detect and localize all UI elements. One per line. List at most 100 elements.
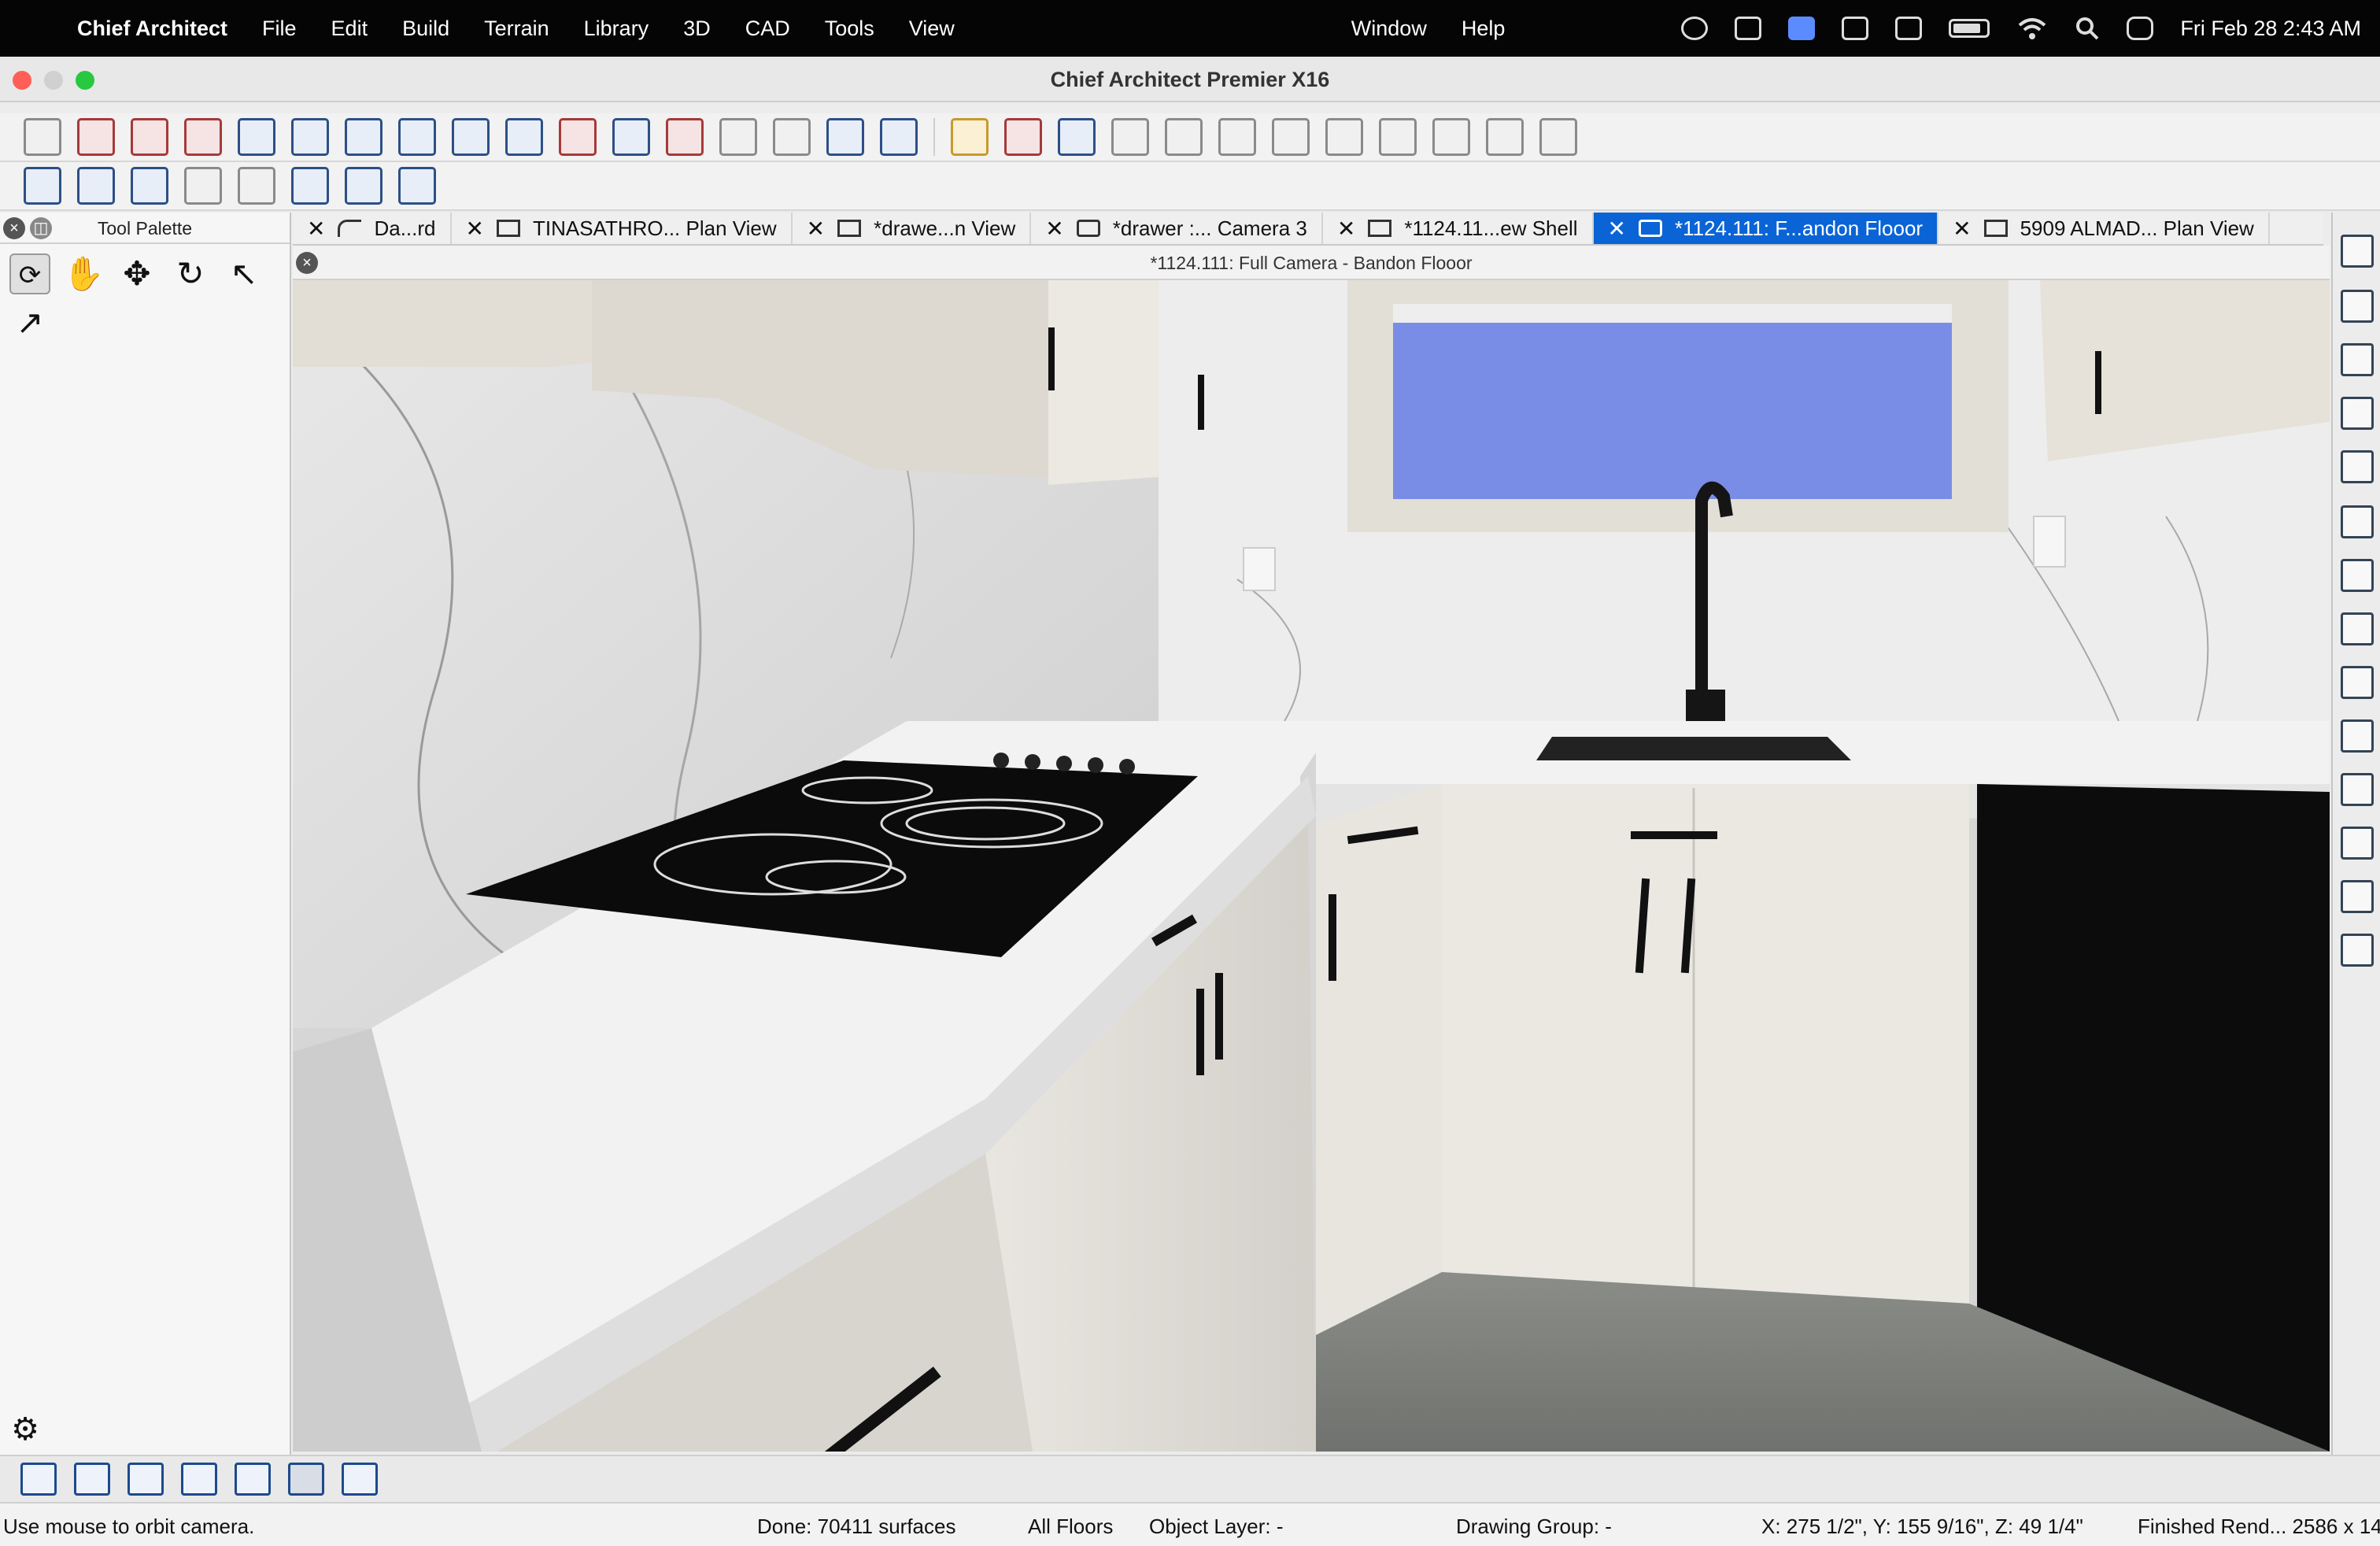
add-point-tool[interactable] <box>2341 290 2374 323</box>
tab-close-icon[interactable]: ✕ <box>1608 216 1626 242</box>
line-tool[interactable] <box>1218 118 1256 156</box>
tab-close-icon[interactable]: ✕ <box>1953 216 1971 242</box>
menu-tools[interactable]: Tools <box>808 17 892 41</box>
gamepad-icon[interactable] <box>1735 17 1762 40</box>
grid-snap-tool[interactable] <box>2341 827 2374 860</box>
undo-zoom-tool[interactable] <box>184 167 222 205</box>
shape-tool[interactable] <box>773 118 811 156</box>
plan-layer-tool[interactable] <box>74 1463 110 1496</box>
tab-close-icon[interactable]: ✕ <box>807 216 825 242</box>
dormer-tool[interactable] <box>612 118 650 156</box>
plumbing-layer-tool[interactable] <box>235 1463 271 1496</box>
menu-view[interactable]: View <box>892 17 972 41</box>
door-tool[interactable] <box>238 118 275 156</box>
tab-dashboard[interactable]: ✕ Da...rd <box>293 213 452 244</box>
siri-icon[interactable] <box>1681 17 1709 40</box>
zoom-out-tool[interactable] <box>131 167 168 205</box>
arc-snap-tool[interactable] <box>2341 666 2374 699</box>
text-tool[interactable] <box>1058 118 1096 156</box>
cad-block-tool[interactable] <box>1539 118 1577 156</box>
transfer-tool[interactable] <box>342 1463 378 1496</box>
tab-close-icon[interactable]: ✕ <box>1337 216 1355 242</box>
menu-3d[interactable]: 3D <box>666 17 728 41</box>
gear-icon[interactable]: ⚙ <box>5 1409 46 1450</box>
angle-snap-tool[interactable] <box>2341 719 2374 753</box>
pan-tool[interactable] <box>398 167 436 205</box>
spline-tool[interactable] <box>1432 118 1470 156</box>
arc-tool[interactable] <box>1272 118 1310 156</box>
cabinet-tool-2[interactable] <box>398 118 436 156</box>
object-snap-tool[interactable] <box>2341 880 2374 913</box>
hand-pan-icon[interactable]: ✋ <box>63 253 104 294</box>
tab-tinasathro-plan[interactable]: ✕ TINASATHRO... Plan View <box>452 213 793 244</box>
clock[interactable]: Fri Feb 28 2:43 AM <box>2180 17 2361 41</box>
cabinet-tool[interactable] <box>184 118 222 156</box>
menu-build[interactable]: Build <box>385 17 467 41</box>
checklist-tool[interactable] <box>288 1463 324 1496</box>
palette-close-button[interactable]: × <box>3 217 25 239</box>
slab-tool[interactable] <box>719 118 757 156</box>
orbit-camera-icon[interactable]: ⟳ <box>9 253 50 294</box>
fullscreen-tool[interactable] <box>345 167 382 205</box>
menu-window[interactable]: Window <box>1334 17 1444 41</box>
minimize-window-button[interactable] <box>44 71 63 90</box>
tab-drawer-camera[interactable]: ✕ *drawer :... Camera 3 <box>1031 213 1323 244</box>
menu-file[interactable]: File <box>245 17 314 41</box>
tab-close-icon[interactable]: ✕ <box>307 216 325 242</box>
open-object-tool[interactable] <box>2341 343 2374 376</box>
grid-tool[interactable] <box>2341 773 2374 806</box>
tab-almad-plan[interactable]: ✕ 5909 ALMAD... Plan View <box>1938 213 2270 244</box>
tab-shell-view[interactable]: ✕ *1124.11...ew Shell <box>1323 213 1594 244</box>
railing-tool[interactable] <box>131 118 168 156</box>
spotlight-search-icon[interactable] <box>2075 16 2100 41</box>
room-layer-tool[interactable] <box>128 1463 164 1496</box>
tab-close-icon[interactable]: ✕ <box>466 216 484 242</box>
control-center-icon[interactable] <box>2127 17 2154 40</box>
fill-building-tool[interactable] <box>291 167 329 205</box>
camera-select-icon[interactable]: ↗ <box>9 302 50 343</box>
tab-drawer-plan[interactable]: ✕ *drawe...n View <box>793 213 1032 244</box>
circle-tool[interactable] <box>1325 118 1363 156</box>
fill-window-tool[interactable] <box>238 167 275 205</box>
text-style-tool[interactable] <box>1004 118 1042 156</box>
framing-tool[interactable] <box>666 118 704 156</box>
menu-cad[interactable]: CAD <box>728 17 808 41</box>
delete-tool[interactable] <box>1165 118 1203 156</box>
find-tool[interactable] <box>2341 505 2374 538</box>
wifi-icon[interactable] <box>2016 16 2048 41</box>
move-camera-icon[interactable]: ✥ <box>116 253 157 294</box>
kitchen-render[interactable] <box>293 280 2330 1452</box>
skylight-tool[interactable] <box>826 118 864 156</box>
tab-full-camera-active[interactable]: ✕ *1124.111: F...andon Flooor <box>1593 213 1939 244</box>
keyboard-icon[interactable] <box>1895 17 1923 40</box>
display-icon[interactable] <box>1842 17 1869 40</box>
all-layers-tool[interactable] <box>20 1463 57 1496</box>
zoom-in-tool[interactable] <box>77 167 115 205</box>
app-status-icon[interactable] <box>1788 17 1816 40</box>
framing-layer-tool[interactable] <box>181 1463 217 1496</box>
hatch-tool[interactable] <box>1486 118 1524 156</box>
menu-help[interactable]: Help <box>1444 17 1523 41</box>
dimension-check-tool[interactable] <box>2341 559 2374 592</box>
building-tool[interactable] <box>505 118 543 156</box>
view-close-button[interactable]: × <box>296 252 318 274</box>
app-menu[interactable]: Chief Architect <box>69 17 245 41</box>
menu-edit[interactable]: Edit <box>314 17 386 41</box>
tilt-camera-icon[interactable]: ↖ <box>224 253 264 294</box>
3d-camera-viewport[interactable] <box>293 280 2330 1452</box>
roof-tool[interactable] <box>452 118 490 156</box>
layer-set-tool[interactable] <box>2341 235 2374 268</box>
edit-layer-tool[interactable] <box>2341 397 2374 430</box>
rotate-camera-icon[interactable]: ↻ <box>170 253 211 294</box>
close-window-button[interactable] <box>13 71 31 90</box>
wall-tool[interactable] <box>77 118 115 156</box>
align-check-tool[interactable] <box>2341 612 2374 645</box>
menu-terrain[interactable]: Terrain <box>467 17 567 41</box>
zoom-window-tool[interactable] <box>24 167 61 205</box>
menu-library[interactable]: Library <box>567 17 667 41</box>
callout-tool[interactable] <box>1111 118 1149 156</box>
hatch-snap-tool[interactable] <box>2341 934 2374 967</box>
palette-detach-button[interactable]: ◫ <box>30 217 52 239</box>
select-window-tool[interactable] <box>2341 450 2374 483</box>
battery-icon[interactable] <box>1949 19 1990 38</box>
